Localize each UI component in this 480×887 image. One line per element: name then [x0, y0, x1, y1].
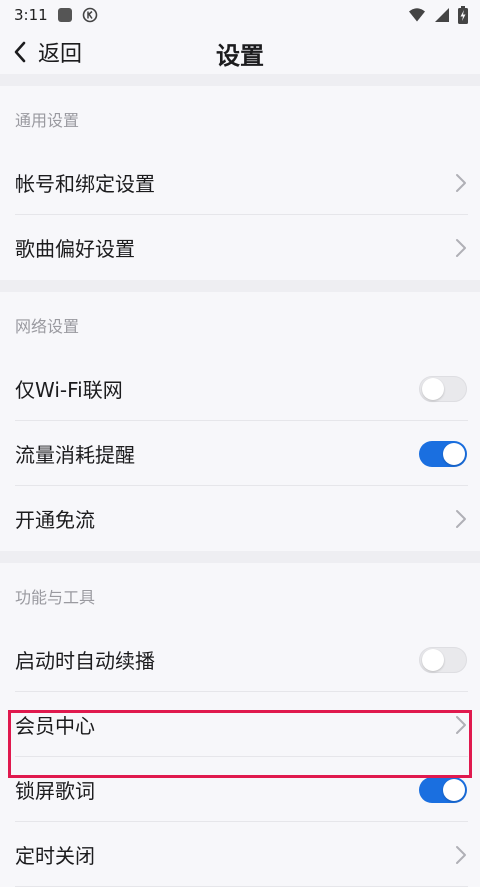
row-free-data[interactable]: 开通免流	[0, 486, 480, 551]
status-time: 3:11	[14, 6, 48, 24]
row-lockscreen-lyrics: 锁屏歌词	[0, 757, 480, 822]
k-circle-icon	[82, 7, 97, 23]
row-label: 定时关闭	[15, 844, 95, 868]
toggle-knob	[422, 648, 444, 671]
row-label: 开通免流	[15, 508, 95, 532]
chevron-right-icon	[456, 173, 466, 192]
section-header-tools: 功能与工具	[0, 563, 480, 627]
settings-list: 通用设置 帐号和绑定设置 歌曲偏好设置 网络设置 仅Wi-Fi联网 流量消耗提醒…	[0, 74, 480, 887]
chevron-right-icon	[456, 238, 466, 257]
row-auto-resume: 启动时自动续播	[0, 627, 480, 692]
chevron-right-icon	[456, 715, 466, 734]
toggle-knob	[422, 377, 444, 400]
cell-signal-icon	[435, 8, 449, 22]
back-label: 返回	[38, 42, 83, 67]
row-label: 锁屏歌词	[15, 779, 95, 803]
auto-resume-toggle[interactable]	[419, 646, 467, 673]
wifi-icon	[409, 8, 425, 22]
row-sleep-timer[interactable]: 定时关闭	[0, 822, 480, 887]
section-gap	[0, 280, 480, 292]
chevron-left-icon	[14, 41, 26, 63]
row-data-usage-reminder: 流量消耗提醒	[0, 421, 480, 486]
row-wifi-only: 仅Wi-Fi联网	[0, 356, 480, 421]
row-label: 会员中心	[15, 714, 95, 738]
toggle-knob	[443, 778, 465, 801]
chevron-right-icon	[456, 509, 466, 528]
row-label: 启动时自动续播	[15, 649, 155, 673]
section-gap	[0, 551, 480, 563]
row-label: 帐号和绑定设置	[15, 172, 155, 196]
status-bar: 3:11	[0, 0, 480, 30]
back-button[interactable]: 返回	[12, 34, 82, 70]
section-header-general: 通用设置	[0, 86, 480, 150]
row-label: 仅Wi-Fi联网	[15, 378, 123, 402]
toggle-knob	[443, 442, 465, 465]
status-left: 3:11	[14, 6, 98, 24]
row-account-binding[interactable]: 帐号和绑定设置	[0, 150, 480, 215]
chevron-right-icon	[456, 845, 466, 864]
nav-bar: 返回 设置	[0, 30, 480, 74]
row-label: 歌曲偏好设置	[15, 237, 135, 261]
row-vip-center[interactable]: 会员中心	[0, 692, 480, 757]
lockscreen-lyrics-toggle[interactable]	[419, 776, 467, 803]
section-header-network: 网络设置	[0, 292, 480, 356]
data-usage-reminder-toggle[interactable]	[419, 440, 467, 467]
row-song-preferences[interactable]: 歌曲偏好设置	[0, 215, 480, 280]
wifi-only-toggle[interactable]	[419, 375, 467, 402]
battery-charging-icon	[458, 6, 468, 24]
status-right	[408, 6, 468, 24]
section-gap	[0, 74, 480, 86]
notification-square-icon	[57, 8, 72, 22]
row-label: 流量消耗提醒	[15, 443, 135, 467]
